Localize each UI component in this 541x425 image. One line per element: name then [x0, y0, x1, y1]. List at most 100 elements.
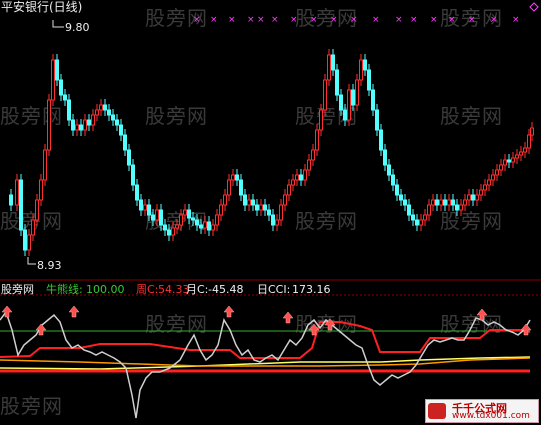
red-step-line — [0, 321, 531, 359]
candle-body — [279, 204, 283, 221]
candle-body — [507, 159, 511, 163]
candle-body — [363, 59, 367, 71]
candle-body — [235, 174, 239, 181]
day-value: 173.16 — [292, 283, 331, 296]
week-value: 54.33 — [158, 283, 190, 296]
candle-body — [55, 59, 59, 81]
candle-body — [311, 149, 315, 161]
candle-body — [503, 159, 507, 166]
candle-body — [451, 199, 455, 206]
candle-body — [407, 204, 411, 216]
candle-body — [443, 199, 447, 206]
candle-body — [99, 104, 103, 111]
candle-body — [423, 214, 427, 221]
candle-body — [167, 229, 171, 236]
candle-body — [479, 189, 483, 196]
candle-body — [183, 209, 187, 216]
candle-body — [355, 79, 359, 106]
candle-body — [275, 219, 279, 226]
candle-body — [151, 214, 155, 221]
candle-body — [287, 184, 291, 196]
signal-marker: × — [228, 15, 236, 25]
candle-body — [15, 179, 19, 206]
signal-marker: × — [257, 15, 265, 25]
signal-marker: × — [490, 15, 498, 25]
candle-body — [491, 174, 495, 181]
candle-body — [79, 124, 83, 131]
candle-body — [455, 204, 459, 211]
candle-body — [471, 194, 475, 201]
candle-body — [391, 174, 395, 186]
candle-body — [147, 204, 151, 216]
candle-body — [415, 219, 419, 226]
candle-body — [467, 194, 471, 201]
candle-body — [463, 199, 467, 206]
week-label: 周C: — [136, 283, 159, 296]
candle-body — [239, 179, 243, 196]
candle-body — [267, 209, 271, 216]
candle-body — [351, 89, 355, 106]
candle-body — [9, 194, 13, 206]
candle-body — [299, 174, 303, 181]
candle-body — [511, 157, 515, 163]
candle-body — [483, 184, 487, 191]
candle-body — [223, 194, 227, 206]
candle-body — [447, 199, 451, 206]
up-arrow-icon — [223, 305, 235, 318]
candle-body — [395, 184, 399, 196]
candle-body — [199, 224, 203, 229]
candle-body — [459, 204, 463, 211]
candle-body — [347, 89, 351, 121]
candle-body — [435, 199, 439, 206]
up-arrow-icon — [520, 323, 532, 336]
candle-body — [439, 199, 443, 206]
indicator-site-label: 股旁网 — [1, 283, 34, 296]
candle-body — [499, 164, 503, 171]
candle-body — [387, 164, 391, 176]
candle-body — [63, 94, 67, 101]
month-value: -45.48 — [208, 283, 244, 296]
candle-body — [371, 89, 375, 111]
candle-body — [207, 221, 211, 231]
candle-body — [31, 219, 35, 236]
candle-body — [175, 224, 179, 229]
signal-marker: × — [290, 15, 298, 25]
candle-body — [87, 119, 91, 126]
candle-body — [335, 69, 339, 96]
candle-body — [67, 99, 71, 121]
candle-body — [255, 204, 259, 211]
candle-body — [487, 179, 491, 186]
candle-body — [107, 109, 111, 116]
candle-body — [75, 124, 79, 131]
candle-body — [291, 179, 295, 186]
candle-body — [303, 169, 307, 181]
candle-body — [191, 217, 195, 221]
candle-body — [227, 179, 231, 196]
candle-body — [495, 169, 499, 176]
signal-markers: × × × × × × × × × × × × × × × × × × — [193, 15, 520, 25]
candle-body — [331, 54, 335, 71]
up-arrow-icon — [282, 311, 294, 324]
candle-body — [119, 124, 123, 136]
candle-body — [179, 214, 183, 226]
candle-body — [515, 154, 519, 159]
candle-body — [219, 204, 223, 216]
signal-marker: × — [247, 15, 255, 25]
candle-body — [403, 199, 407, 206]
signal-marker: × — [210, 15, 218, 25]
candle-body — [427, 204, 431, 216]
signal-marker: × — [193, 15, 201, 25]
candle-body — [530, 127, 534, 136]
candle-body — [243, 194, 247, 206]
site-badge: 千千公式网 www.tdx001.com — [425, 399, 539, 423]
candlestick-series — [9, 49, 534, 256]
candle-body — [131, 164, 135, 186]
signal-marker: × — [350, 15, 358, 25]
candle-body — [139, 199, 143, 211]
candle-body — [367, 69, 371, 91]
candle-body — [115, 119, 119, 126]
candle-body — [195, 219, 199, 226]
candle-body — [187, 209, 191, 219]
candle-body — [359, 59, 363, 81]
candle-body — [295, 174, 299, 181]
